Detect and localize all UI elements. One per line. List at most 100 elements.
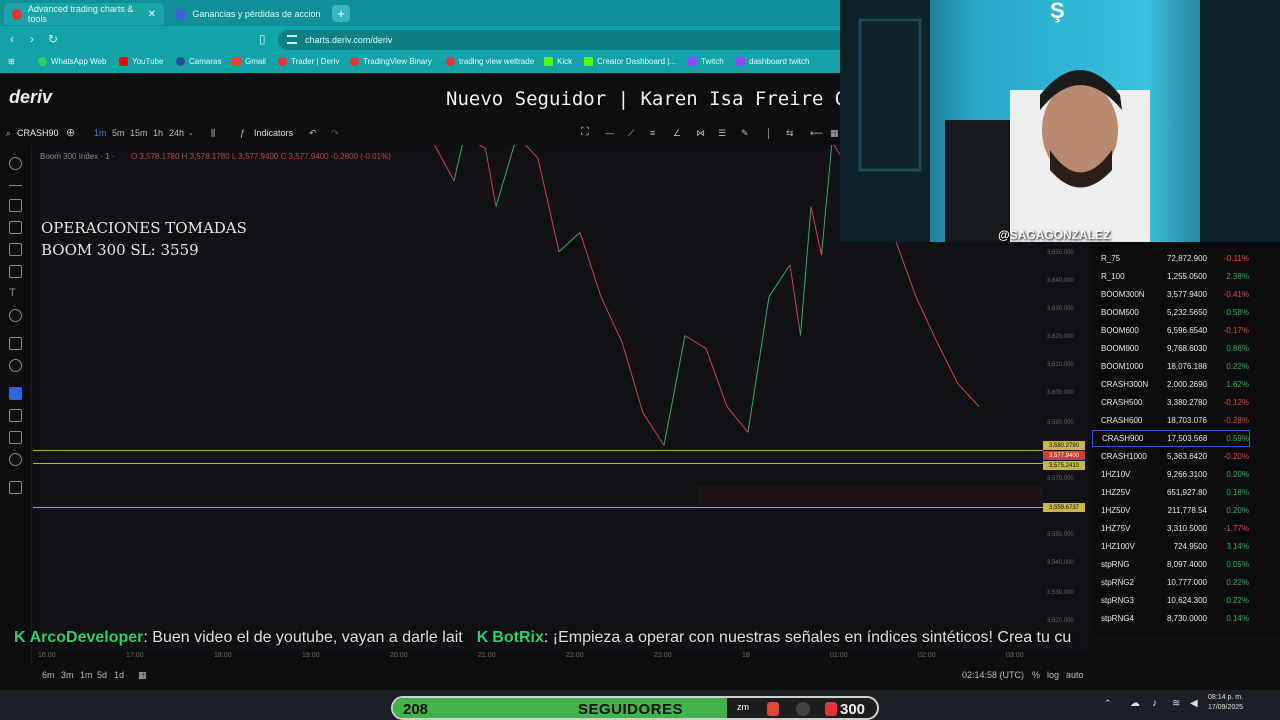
market-row[interactable]: BOOM1000 18,076.188 0.22%	[1092, 358, 1252, 375]
auto-toggle[interactable]: auto	[1066, 670, 1084, 680]
horizontal-line-stoploss[interactable]	[33, 507, 1043, 508]
bookmark-trader-deriv[interactable]: Trader | Deriv	[278, 57, 339, 66]
bookmark-kick[interactable]: Kick	[544, 57, 572, 66]
bookmark-camaras[interactable]: Camaras	[176, 57, 221, 66]
wifi-icon[interactable]: ≋	[1172, 698, 1180, 709]
trendline-icon[interactable]	[9, 185, 22, 186]
market-row[interactable]: 1HZ100V 724.9500 3.14%	[1092, 538, 1252, 555]
period-1m[interactable]: 1m	[80, 670, 93, 680]
shapes-icon[interactable]	[9, 265, 22, 278]
market-row[interactable]: BOOM600 6,596.6540 -0.17%	[1092, 322, 1252, 339]
fib-icon[interactable]	[9, 243, 22, 256]
volume-icon[interactable]: ◀	[1190, 698, 1198, 709]
close-tab-icon[interactable]: ✕	[148, 9, 156, 20]
back-icon[interactable]: ‹	[10, 32, 14, 46]
horizontal-line-middle[interactable]	[33, 463, 1043, 464]
timeframe-1h[interactable]: 1h	[153, 128, 163, 138]
trend-tool-icon[interactable]: ∠	[673, 128, 681, 139]
lock-icon[interactable]	[9, 431, 22, 444]
market-row[interactable]: BOOM300N 3,577.9400 -0.41%	[1092, 286, 1252, 303]
bookmark-whatsapp[interactable]: WhatsApp Web	[38, 57, 106, 66]
period-3m[interactable]: 3m	[61, 670, 74, 680]
visibility-icon[interactable]	[9, 453, 22, 466]
mic-icon[interactable]: ♪	[1152, 698, 1157, 709]
new-tab-button[interactable]: +	[332, 5, 350, 22]
candle-type-icon[interactable]: ⫼	[211, 128, 215, 139]
channel-tool-icon[interactable]: ≡	[650, 128, 655, 138]
timeframe-1m[interactable]: 1m	[94, 128, 107, 138]
market-row[interactable]: CRASH900 17,503.568 0.59%	[1092, 430, 1250, 447]
line-tool-icon[interactable]: —	[605, 128, 614, 138]
market-row[interactable]: 1HZ75V 3,310.5000 -1.77%	[1092, 520, 1252, 537]
market-row[interactable]: stpRNG 8,097.4000 0.05%	[1092, 556, 1252, 573]
pattern-tool-icon[interactable]: ⋈	[696, 128, 705, 139]
market-row[interactable]: 1HZ50V 211,778.54 0.20%	[1092, 502, 1252, 519]
site-settings-icon[interactable]	[287, 35, 297, 44]
symbol-search[interactable]: CRASH90	[17, 128, 59, 138]
bookmark-twitch[interactable]: Twitch	[688, 57, 724, 66]
horizontal-ray-icon[interactable]: ⇆	[786, 128, 794, 139]
market-row[interactable]: CRASH1000 5,363.6420 -0.20%	[1092, 448, 1252, 465]
indicators-button[interactable]: Indicators	[254, 128, 293, 138]
tab-advanced-trading[interactable]: Advanced trading charts & tools ✕	[4, 3, 164, 25]
tab-ganancias[interactable]: Ganancias y pérdidas de acciones | Wi	[168, 3, 328, 25]
crosshair-icon[interactable]	[9, 157, 22, 170]
emoji-icon[interactable]	[9, 309, 22, 322]
text-tool-icon[interactable]: T	[9, 287, 22, 300]
chevron-down-icon[interactable]: ⌄	[188, 129, 194, 137]
market-row[interactable]: stpRNG4 8,730.0000 0.14%	[1092, 610, 1252, 627]
trash-icon[interactable]	[9, 481, 22, 494]
period-5d[interactable]: 5d	[97, 670, 107, 680]
deriv-logo[interactable]: deriv	[9, 87, 52, 108]
bookmark-creator-dashboard[interactable]: Creator Dashboard |...	[584, 57, 676, 66]
bookmark-icon[interactable]: ▯	[259, 32, 266, 46]
search-icon[interactable]: ⌕	[6, 128, 11, 139]
bookmark-dashboard-twitch[interactable]: dashboard twitch	[736, 57, 809, 66]
reload-icon[interactable]: ↻	[48, 32, 58, 46]
drawing-mode-icon[interactable]	[9, 409, 22, 422]
pitchfork-icon[interactable]	[9, 221, 22, 234]
market-row[interactable]: R_75 72,872.900 -0.11%	[1092, 250, 1252, 267]
lines-icon[interactable]	[9, 199, 22, 212]
market-row[interactable]: BOOM500 5,232.5650 0.58%	[1092, 304, 1252, 321]
horizontal-line-upper[interactable]	[33, 450, 1043, 451]
fib-tool-icon[interactable]: ☰	[718, 128, 726, 139]
indicators-icon[interactable]: ƒ	[240, 128, 245, 138]
zoom-icon[interactable]	[9, 359, 22, 372]
system-clock[interactable]: 08:14 p. m. 17/09/2025	[1208, 693, 1243, 713]
ruler-icon[interactable]	[9, 337, 22, 350]
undo-icon[interactable]: ↶	[309, 128, 317, 139]
tray-chevron-icon[interactable]: ⌃	[1104, 698, 1112, 709]
url-input[interactable]: charts.deriv.com/deriv	[278, 30, 840, 50]
market-row[interactable]: stpRNG2 10,777.000 0.22%	[1092, 574, 1252, 591]
apps-icon[interactable]: ⊞	[8, 57, 15, 66]
market-row[interactable]: R_100 1,255.0500 2.38%	[1092, 268, 1252, 285]
bookmark-tradingview-weltrade[interactable]: trading view weltrade	[446, 57, 534, 66]
brush-tool-icon[interactable]: ✎	[741, 128, 749, 139]
market-row[interactable]: BOOM900 9,768.6030 0.86%	[1092, 340, 1252, 357]
market-row[interactable]: stpRNG3 10,624.300 0.22%	[1092, 592, 1252, 609]
market-row[interactable]: CRASH300N 2,000.2690 1.62%	[1092, 376, 1252, 393]
market-row[interactable]: CRASH500 3,380.2780 -0.12%	[1092, 394, 1252, 411]
add-symbol-icon[interactable]: ⊕	[66, 126, 75, 139]
log-toggle[interactable]: log	[1047, 670, 1059, 680]
grid-icon[interactable]: ▦	[830, 128, 839, 139]
timeframe-24h[interactable]: 24h	[169, 128, 184, 138]
bookmark-gmail[interactable]: Gmail	[232, 57, 266, 66]
percent-toggle[interactable]: %	[1032, 670, 1040, 680]
market-row[interactable]: 1HZ10V 9,266.3100 0.20%	[1092, 466, 1252, 483]
timeframe-15m[interactable]: 15m	[130, 128, 148, 138]
forward-icon[interactable]: ›	[30, 32, 34, 46]
timeframe-5m[interactable]: 5m	[112, 128, 125, 138]
magnet-icon[interactable]	[9, 387, 22, 400]
market-row[interactable]: 1HZ25V 651,927.80 0.18%	[1092, 484, 1252, 501]
vertical-line-icon[interactable]: │	[766, 128, 772, 138]
onedrive-icon[interactable]: ☁	[1130, 698, 1140, 709]
calendar-icon[interactable]: ▦	[138, 670, 147, 681]
redo-icon[interactable]: ↷	[331, 128, 339, 139]
market-row[interactable]: CRASH600 18,703.076 -0.28%	[1092, 412, 1252, 429]
bookmark-youtube[interactable]: YouTube	[119, 57, 163, 66]
period-1d[interactable]: 1d	[114, 670, 124, 680]
ray-tool-icon[interactable]: ⟋	[628, 128, 634, 139]
horizontal-line-icon[interactable]: ⟵	[810, 128, 823, 139]
